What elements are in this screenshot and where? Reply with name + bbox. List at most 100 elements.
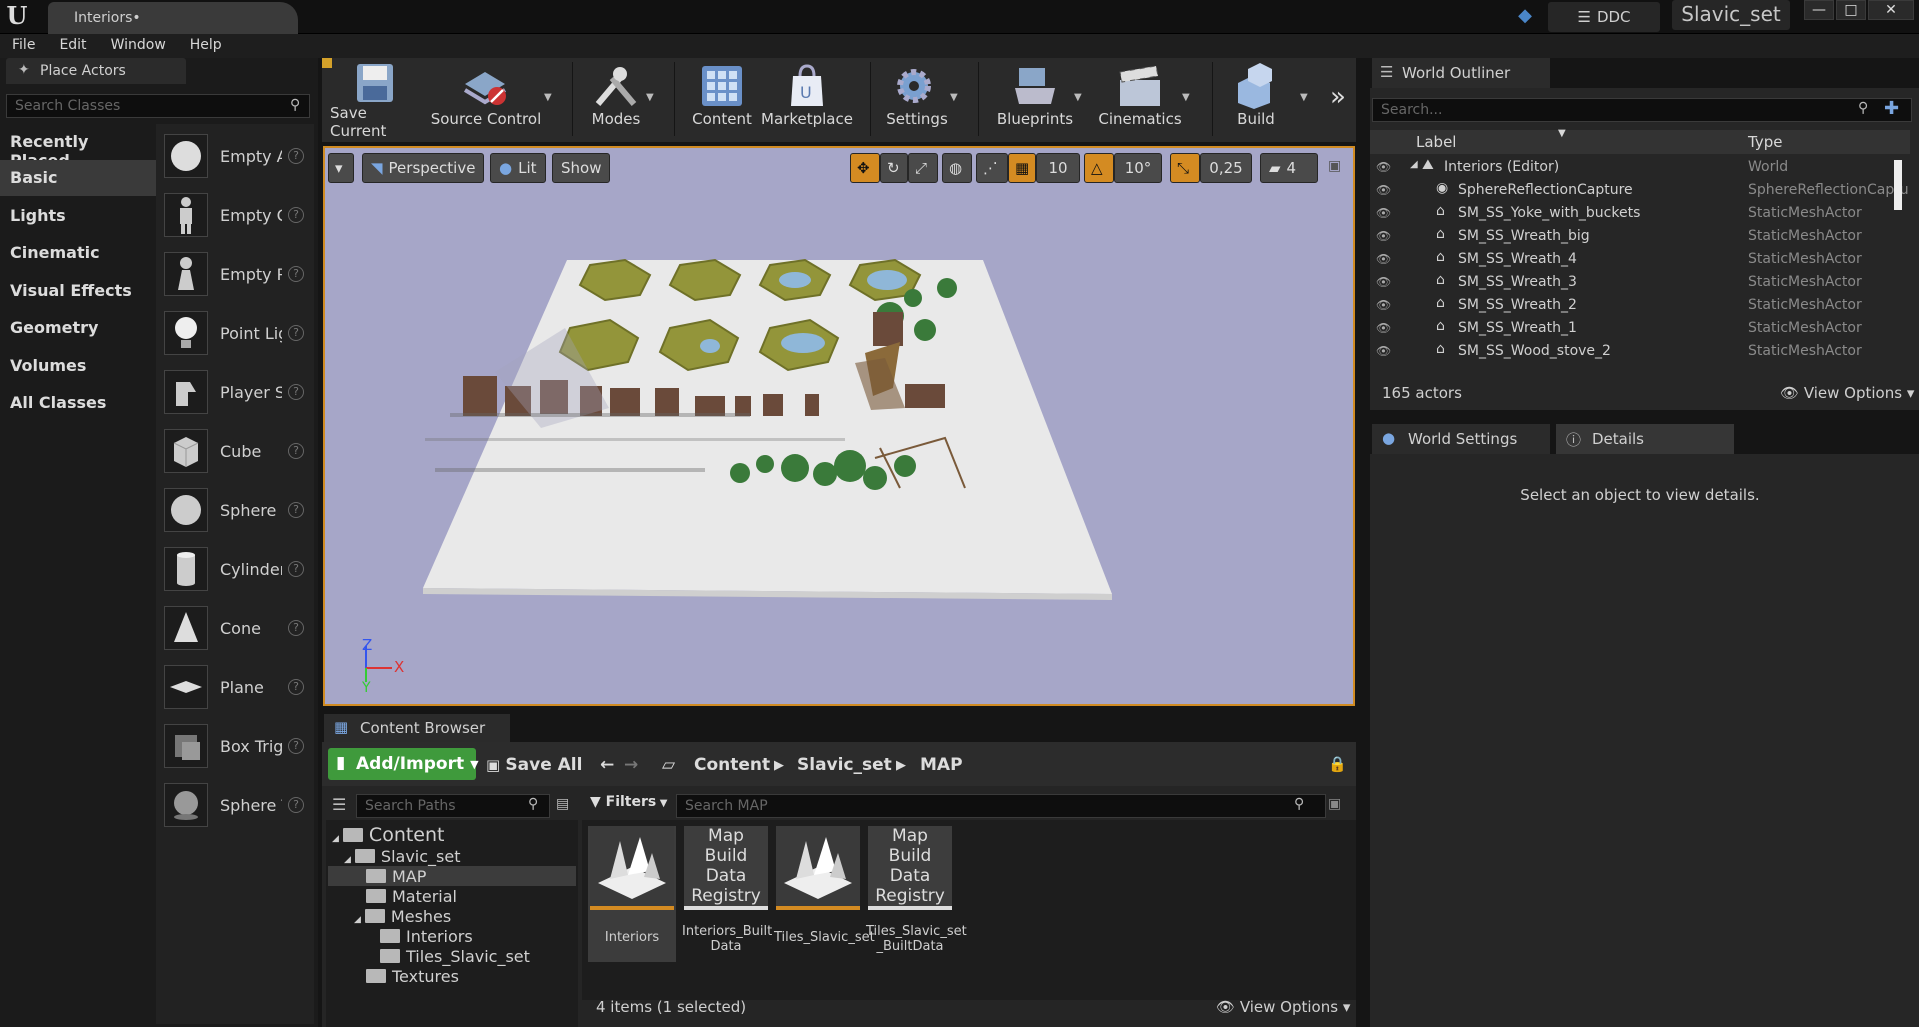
- add-filter-icon[interactable]: ✚: [1884, 98, 1899, 119]
- save-all-button[interactable]: ▣ Save All: [486, 755, 582, 775]
- help-icon[interactable]: ?: [288, 266, 304, 282]
- modes-button[interactable]: Modes: [580, 62, 652, 136]
- menu-help[interactable]: Help: [178, 34, 234, 58]
- tree-item-meshes[interactable]: ◢ Meshes: [354, 907, 451, 926]
- column-label[interactable]: Label: [1416, 133, 1456, 151]
- menu-file[interactable]: File: [0, 34, 47, 58]
- translate-mode-icon[interactable]: ✥: [850, 153, 880, 183]
- help-icon[interactable]: ?: [288, 561, 304, 577]
- place-item-sphere[interactable]: Sphere?: [164, 482, 314, 538]
- search-paths-input[interactable]: Search Paths: [356, 794, 550, 818]
- place-item-empty-actor[interactable]: Empty Actor?: [164, 128, 314, 184]
- content-view-options-button[interactable]: 👁 View Options ▾: [1216, 998, 1350, 1016]
- category-cinematic[interactable]: Cinematic: [0, 235, 156, 271]
- unreal-logo-icon[interactable]: U: [4, 3, 30, 29]
- outliner-row[interactable]: 👁 ⌂ SM_SS_Wreath_4 StaticMeshActor: [1370, 249, 1910, 272]
- surface-snap-icon[interactable]: ⋰: [976, 153, 1008, 183]
- category-all-classes[interactable]: All Classes: [0, 385, 156, 421]
- asset-tile[interactable]: Map Build Data Registry Tiles_Slavic_set…: [866, 826, 967, 962]
- visibility-eye-icon[interactable]: 👁: [1376, 298, 1394, 312]
- minimize-button[interactable]: —: [1804, 0, 1834, 20]
- help-icon[interactable]: ?: [288, 679, 304, 695]
- outliner-scrollbar[interactable]: [1894, 160, 1902, 210]
- toolbar-overflow-icon[interactable]: »: [1330, 82, 1346, 112]
- outliner-search-input[interactable]: Search...: [1372, 98, 1912, 122]
- place-item-plane[interactable]: Plane?: [164, 659, 314, 715]
- help-icon[interactable]: ?: [288, 502, 304, 518]
- tree-item-map[interactable]: MAP: [366, 867, 426, 886]
- search-icon[interactable]: ⚲: [528, 796, 538, 812]
- asset-tile[interactable]: Tiles_Slavic_set: [774, 826, 875, 962]
- expand-arrow-icon[interactable]: ◢: [1410, 159, 1418, 170]
- rotate-mode-icon[interactable]: ↻: [880, 153, 908, 183]
- blueprints-button[interactable]: Blueprints: [990, 62, 1080, 136]
- breadcrumb-map[interactable]: MAP: [920, 755, 963, 775]
- tree-item-slavic-set[interactable]: ◢ Slavic_set: [344, 847, 461, 866]
- build-button[interactable]: Build: [1220, 62, 1292, 136]
- place-item-cylinder[interactable]: Cylinder?: [164, 541, 314, 597]
- tree-item-content[interactable]: ◢ Content: [332, 824, 445, 846]
- outliner-row[interactable]: 👁 ◢ ⛰ Interiors (Editor) World: [1370, 157, 1910, 180]
- search-icon[interactable]: ⚲: [1858, 100, 1868, 116]
- visibility-eye-icon[interactable]: 👁: [1376, 344, 1394, 358]
- world-outliner-tab[interactable]: ☰ World Outliner: [1372, 58, 1550, 88]
- help-icon[interactable]: ?: [288, 325, 304, 341]
- camera-speed-button[interactable]: ▰ 4: [1260, 153, 1318, 183]
- help-icon[interactable]: ?: [288, 620, 304, 636]
- place-item-point-light[interactable]: Point Light?: [164, 305, 314, 361]
- path-view-options-icon[interactable]: ▤: [556, 796, 569, 812]
- scale-snap-icon[interactable]: ⤡: [1170, 153, 1200, 183]
- content-button[interactable]: Content: [682, 62, 762, 136]
- help-icon[interactable]: ?: [288, 148, 304, 164]
- help-icon[interactable]: ?: [288, 797, 304, 813]
- close-window-button[interactable]: ✕: [1868, 0, 1914, 20]
- outliner-row[interactable]: 👁 ⌂ SM_SS_Wreath_big StaticMeshActor: [1370, 226, 1910, 249]
- toggle-sources-icon[interactable]: ☰: [332, 795, 346, 814]
- graduation-cap-icon[interactable]: ◆: [1514, 5, 1536, 27]
- visibility-eye-icon[interactable]: 👁: [1376, 321, 1394, 335]
- search-icon[interactable]: ⚲: [290, 97, 300, 113]
- help-icon[interactable]: ?: [288, 443, 304, 459]
- visibility-eye-icon[interactable]: 👁: [1376, 206, 1394, 220]
- tree-item-tiles-slavic-set[interactable]: Tiles_Slavic_set: [380, 947, 530, 966]
- menu-window[interactable]: Window: [99, 34, 178, 58]
- save-current-button[interactable]: Save Current: [330, 62, 420, 140]
- category-volumes[interactable]: Volumes: [0, 348, 156, 384]
- visibility-eye-icon[interactable]: 👁: [1376, 183, 1394, 197]
- visibility-eye-icon[interactable]: 👁: [1376, 275, 1394, 289]
- scale-mode-icon[interactable]: ⤢: [908, 153, 938, 183]
- search-classes-input[interactable]: Search Classes: [6, 94, 310, 118]
- modes-dropdown-icon[interactable]: ▼: [646, 92, 654, 103]
- viewport-options-button[interactable]: ▾: [328, 153, 354, 183]
- world-local-icon[interactable]: ◍: [942, 153, 972, 183]
- source-control-button[interactable]: Source Control: [430, 62, 542, 136]
- asset-tile[interactable]: Map Build Data Registry Interiors_Built …: [682, 826, 772, 962]
- place-item-box-trigger[interactable]: Box Trigger?: [164, 718, 314, 774]
- cinematics-button[interactable]: Cinematics: [1094, 62, 1186, 136]
- asset-tile[interactable]: Interiors: [588, 826, 676, 962]
- place-item-empty-character[interactable]: Empty Character?: [164, 187, 314, 243]
- outliner-view-options-button[interactable]: 👁 View Options ▾: [1780, 384, 1914, 402]
- level-tab[interactable]: Interiors•: [48, 2, 298, 34]
- outliner-row[interactable]: 👁 ◉ SphereReflectionCapture SphereReflectio…: [1370, 180, 1910, 203]
- rotation-snap-value[interactable]: 10°: [1114, 153, 1162, 183]
- category-recently-placed[interactable]: Recently Placed: [0, 124, 156, 170]
- forward-arrow-icon[interactable]: →: [624, 755, 638, 775]
- grid-snap-icon[interactable]: ▦: [1008, 153, 1036, 183]
- ddc-button[interactable]: ☰ DDC: [1548, 2, 1660, 32]
- back-arrow-icon[interactable]: ←: [600, 755, 614, 775]
- grid-snap-value[interactable]: 10: [1036, 153, 1080, 183]
- visibility-eye-icon[interactable]: 👁: [1376, 229, 1394, 243]
- search-icon[interactable]: ⚲: [1294, 796, 1304, 812]
- column-type[interactable]: Type: [1748, 133, 1782, 151]
- marketplace-button[interactable]: U Marketplace: [761, 62, 853, 136]
- build-dropdown-icon[interactable]: ▼: [1300, 92, 1308, 103]
- rotation-snap-icon[interactable]: △: [1084, 153, 1114, 183]
- maximize-button[interactable]: □: [1836, 0, 1866, 20]
- settings-dropdown-icon[interactable]: ▼: [950, 92, 958, 103]
- folder-open-icon[interactable]: ▱: [662, 755, 675, 775]
- category-basic[interactable]: Basic: [0, 160, 156, 196]
- place-item-empty-pawn[interactable]: Empty Pawn?: [164, 246, 314, 302]
- maximize-viewport-icon[interactable]: ▣: [1328, 158, 1341, 174]
- outliner-row[interactable]: 👁 ⌂ SM_SS_Wreath_3 StaticMeshActor: [1370, 272, 1910, 295]
